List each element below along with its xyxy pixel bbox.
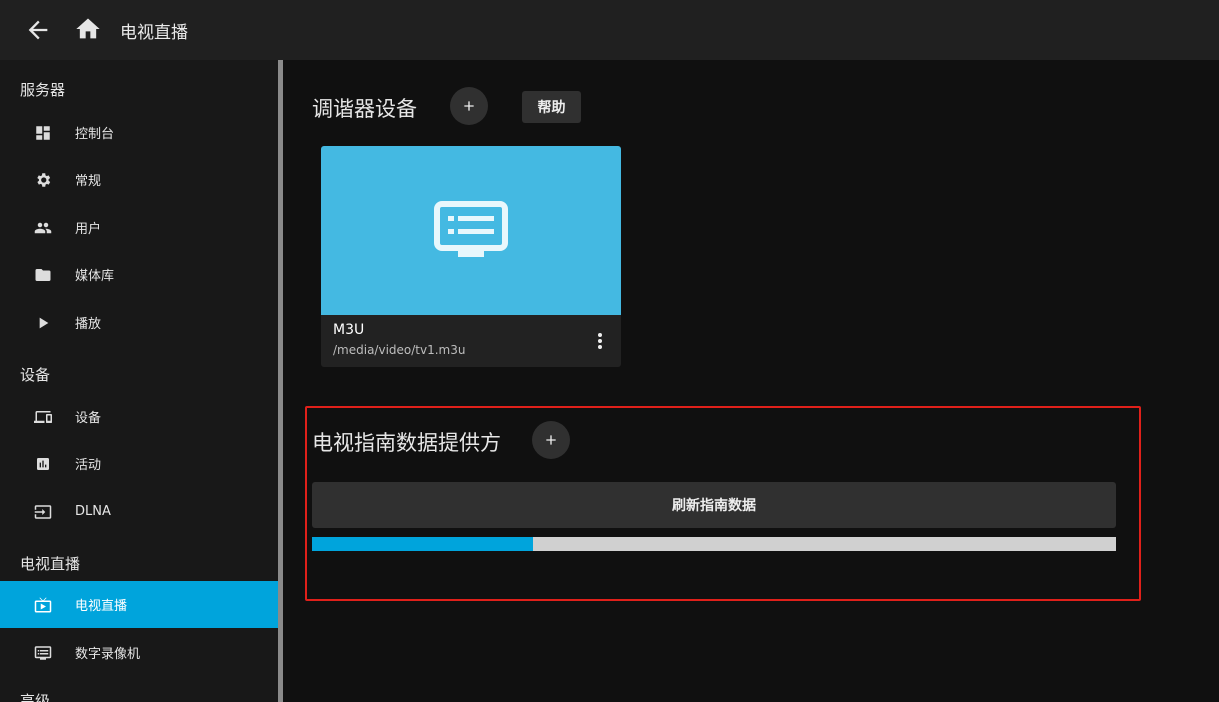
home-icon[interactable] bbox=[74, 15, 102, 43]
sidebar-item-label: 媒体库 bbox=[75, 269, 115, 284]
users-icon bbox=[32, 217, 54, 239]
tuner-card-image bbox=[321, 146, 621, 315]
sidebar-item-dashboard[interactable]: 控制台 bbox=[0, 109, 278, 156]
sidebar-item-devices[interactable]: 设备 bbox=[0, 393, 278, 440]
add-guide-provider-button[interactable] bbox=[532, 421, 570, 459]
tuner-card[interactable]: M3U /media/video/tv1.m3u bbox=[321, 146, 621, 367]
dvr-icon bbox=[434, 200, 508, 257]
sidebar-section-advanced: 高级 bbox=[20, 692, 51, 702]
play-icon bbox=[32, 312, 54, 334]
sidebar: 服务器 控制台 常规 用户 媒体库 播放 设备 设备 活动 DLNA 电视直播 … bbox=[0, 60, 278, 702]
sidebar-item-dlna[interactable]: DLNA bbox=[0, 488, 278, 535]
live-tv-icon bbox=[32, 594, 54, 616]
devices-icon bbox=[32, 406, 54, 428]
tuner-devices-heading: 调谐器设备 bbox=[312, 97, 417, 121]
plus-icon bbox=[464, 101, 474, 111]
sidebar-section-server: 服务器 bbox=[20, 81, 66, 99]
activity-icon bbox=[32, 453, 54, 475]
gear-icon bbox=[32, 169, 54, 191]
sidebar-item-livetv[interactable]: 电视直播 bbox=[0, 581, 278, 628]
sidebar-item-label: 电视直播 bbox=[75, 599, 128, 614]
tuner-card-name: M3U bbox=[333, 322, 365, 338]
sidebar-item-label: 播放 bbox=[75, 317, 102, 332]
scrollbar-thumb[interactable] bbox=[278, 60, 283, 702]
sidebar-item-library[interactable]: 媒体库 bbox=[0, 251, 278, 298]
guide-refresh-progress bbox=[312, 537, 1116, 551]
sidebar-item-label: 数字录像机 bbox=[75, 647, 141, 662]
progress-fill bbox=[312, 537, 534, 551]
dvr-icon bbox=[32, 642, 54, 664]
dashboard-icon bbox=[32, 122, 54, 144]
guide-providers-heading: 电视指南数据提供方 bbox=[312, 431, 501, 455]
more-vert-icon[interactable] bbox=[589, 330, 611, 352]
plus-icon bbox=[546, 435, 556, 445]
sidebar-item-general[interactable]: 常规 bbox=[0, 156, 278, 203]
folder-icon bbox=[32, 264, 54, 286]
sidebar-item-label: 控制台 bbox=[75, 127, 115, 142]
sidebar-item-users[interactable]: 用户 bbox=[0, 204, 278, 251]
sidebar-item-playback[interactable]: 播放 bbox=[0, 299, 278, 346]
add-tuner-button[interactable] bbox=[450, 87, 488, 125]
input-icon bbox=[32, 501, 54, 523]
sidebar-item-dvr[interactable]: 数字录像机 bbox=[0, 629, 278, 676]
help-button[interactable]: 帮助 bbox=[522, 91, 581, 123]
sidebar-item-label: 活动 bbox=[75, 458, 102, 473]
back-arrow-icon[interactable] bbox=[24, 16, 52, 44]
main-content: 调谐器设备 帮助 M3U /media/video/tv1.m3u 电视指南数据… bbox=[284, 60, 1219, 702]
sidebar-section-devices: 设备 bbox=[20, 366, 51, 384]
tuner-card-path: /media/video/tv1.m3u bbox=[333, 343, 466, 357]
sidebar-section-livetv: 电视直播 bbox=[20, 555, 81, 573]
sidebar-item-label: 设备 bbox=[75, 411, 102, 426]
sidebar-item-label: 用户 bbox=[75, 222, 102, 237]
page-title: 电视直播 bbox=[120, 23, 188, 43]
sidebar-item-label: DLNA bbox=[75, 504, 111, 519]
top-bar: 电视直播 bbox=[0, 0, 1219, 60]
sidebar-item-label: 常规 bbox=[75, 174, 102, 189]
refresh-guide-button[interactable]: 刷新指南数据 bbox=[312, 482, 1116, 528]
sidebar-item-activity[interactable]: 活动 bbox=[0, 440, 278, 487]
